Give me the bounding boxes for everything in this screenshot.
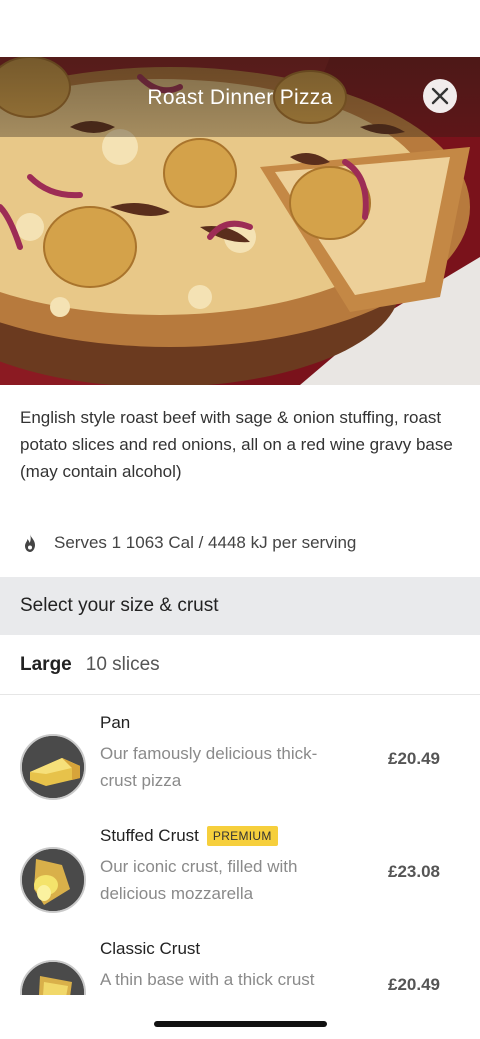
nutrition-info: Serves 1 1063 Cal / 4448 kJ per serving [20,531,356,555]
product-description: English style roast beef with sage & oni… [20,408,453,481]
crust-option-pan[interactable]: Pan Our famously delicious thick-crust p… [0,711,480,823]
crust-description: A thin base with a thick crust [100,970,315,989]
crust-name-text: Stuffed Crust [100,826,199,845]
crust-thumbnail [20,847,86,913]
product-modal: Roast Dinner Pizza English style roast b… [0,57,480,995]
close-icon [431,87,449,105]
status-area [0,0,480,57]
crust-option-classic[interactable]: Classic Crust A thin base with a thick c… [0,937,480,995]
crust-name: Pan [100,711,130,735]
crust-description: Our iconic crust, filled with delicious … [100,857,298,903]
crust-name-text: Classic Crust [100,939,201,958]
close-button[interactable] [423,79,457,113]
premium-badge: PREMIUM [206,826,278,846]
crust-thumbnail [20,734,86,800]
crust-name: Classic Crust [100,937,200,961]
crust-price: £20.49 [388,749,440,768]
size-name: Large [20,653,72,675]
home-indicator[interactable] [154,1021,327,1027]
size-crust-section-header: Select your size & crust [0,577,480,635]
size-option-large[interactable]: Large 10 slices [0,635,480,695]
nutrition-text: Serves 1 1063 Cal / 4448 kJ per serving [54,533,357,552]
size-slices: 10 slices [85,653,160,675]
crust-price: £20.49 [388,975,440,994]
pizza-hero-image: Roast Dinner Pizza [0,57,480,385]
crust-thumbnail [20,960,86,995]
crust-name: Stuffed Crust PREMIUM [100,824,278,848]
crust-price: £23.08 [388,862,440,881]
crust-description: Our famously delicious thick-crust pizza [100,744,318,790]
flame-icon [25,534,35,552]
crust-name-text: Pan [100,713,131,732]
crust-option-stuffed[interactable]: Stuffed Crust PREMIUM Our iconic crust, … [0,824,480,936]
modal-title: Roast Dinner Pizza [147,86,333,109]
